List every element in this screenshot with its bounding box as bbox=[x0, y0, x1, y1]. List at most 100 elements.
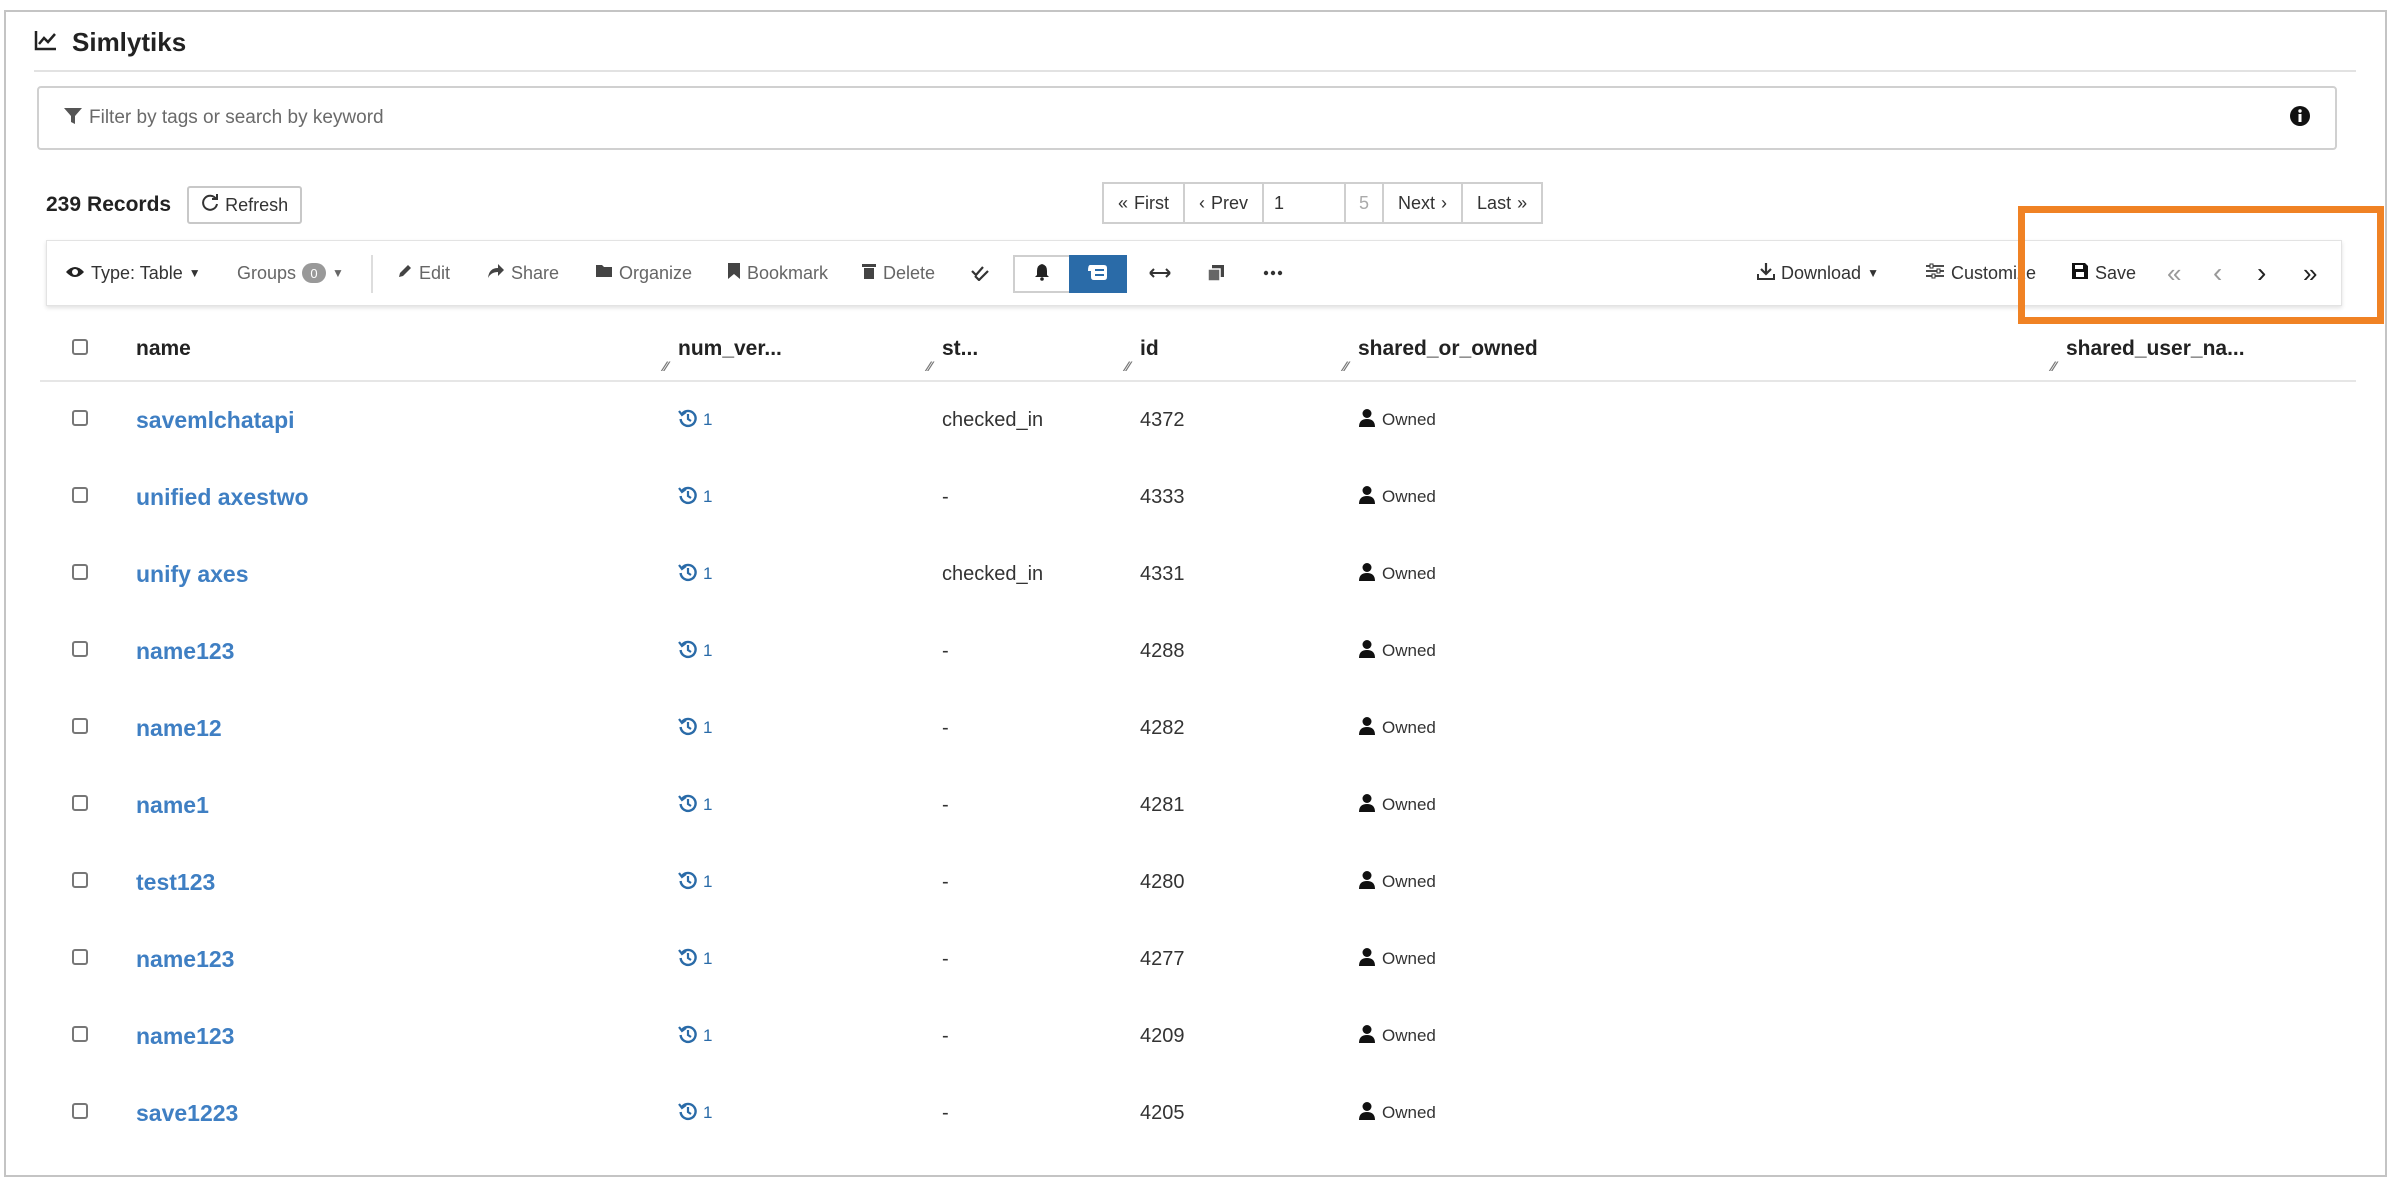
records-count: 239 bbox=[46, 193, 82, 216]
record-name-link[interactable]: unified axestwo bbox=[136, 484, 309, 510]
column-header[interactable]: name ⁄⁄ bbox=[136, 318, 678, 382]
save-label: Save bbox=[2095, 262, 2137, 283]
version-history-link[interactable]: 1 bbox=[678, 793, 712, 818]
ellipsis-icon[interactable] bbox=[1263, 241, 1283, 305]
resize-handle[interactable]: ⁄⁄ bbox=[1343, 358, 1348, 374]
version-history-link[interactable]: 1 bbox=[678, 1101, 712, 1126]
groups-dropdown[interactable]: Groups 0 ▼ bbox=[237, 241, 344, 305]
column-header[interactable]: num_ver... ⁄⁄ bbox=[678, 318, 942, 382]
scroll-last-button[interactable]: » bbox=[2303, 241, 2317, 305]
copy-icon[interactable] bbox=[1207, 241, 1225, 305]
table-row[interactable]: name123 1 - 4277 Owned bbox=[40, 921, 2356, 998]
edit-button[interactable]: Edit bbox=[397, 241, 450, 305]
table-row[interactable]: unify axes 1 checked_in 4331 Owned bbox=[40, 536, 2356, 613]
resize-handle[interactable]: ⁄⁄ bbox=[663, 358, 668, 374]
record-name-link[interactable]: name123 bbox=[136, 638, 234, 664]
ownership-cell: Owned bbox=[1358, 459, 2066, 536]
select-all-checkbox[interactable] bbox=[72, 339, 88, 355]
search-bar[interactable] bbox=[37, 86, 2337, 150]
filter-icon[interactable] bbox=[63, 107, 83, 130]
double-check-icon[interactable] bbox=[971, 241, 991, 305]
version-history-link[interactable]: 1 bbox=[678, 716, 712, 741]
customize-label: Customize bbox=[1951, 262, 2037, 283]
row-checkbox[interactable] bbox=[72, 564, 88, 580]
status-cell: - bbox=[942, 871, 949, 893]
refresh-button[interactable]: Refresh bbox=[187, 186, 303, 224]
scroll-next-button[interactable]: › bbox=[2257, 241, 2266, 305]
table-row[interactable]: unified axestwo 1 - 4333 Owned bbox=[40, 459, 2356, 536]
row-checkbox[interactable] bbox=[72, 949, 88, 965]
resize-handle[interactable]: ⁄⁄ bbox=[1125, 358, 1130, 374]
column-header[interactable]: shared_or_owned ⁄⁄ bbox=[1358, 318, 2066, 382]
record-name-link[interactable]: name12 bbox=[136, 715, 222, 741]
next-page-button[interactable]: Next › bbox=[1382, 182, 1464, 224]
record-name-link[interactable]: savemlchatapi bbox=[136, 407, 295, 433]
table-row[interactable]: savemlchatapi 1 checked_in 4372 Owned bbox=[40, 381, 2356, 459]
row-checkbox[interactable] bbox=[72, 410, 88, 426]
customize-button[interactable]: Customize bbox=[1925, 241, 2036, 305]
column-header[interactable]: st... ⁄⁄ bbox=[942, 318, 1140, 382]
version-history-link[interactable]: 1 bbox=[678, 870, 712, 895]
info-icon[interactable] bbox=[2289, 105, 2311, 132]
row-checkbox[interactable] bbox=[72, 487, 88, 503]
bookmark-button[interactable]: Bookmark bbox=[727, 241, 828, 305]
record-name-link[interactable]: name1 bbox=[136, 792, 209, 818]
table-row[interactable]: name123 1 - 4288 Owned bbox=[40, 613, 2356, 690]
version-history-link[interactable]: 1 bbox=[678, 408, 712, 433]
delete-button[interactable]: Delete bbox=[861, 241, 935, 305]
page-number-input[interactable]: 1 bbox=[1262, 182, 1347, 224]
row-checkbox[interactable] bbox=[72, 872, 88, 888]
version-history-link[interactable]: 1 bbox=[678, 947, 712, 972]
record-name-link[interactable]: save1223 bbox=[136, 1100, 238, 1126]
record-name-link[interactable]: unify axes bbox=[136, 561, 249, 587]
arrows-horizontal-icon[interactable] bbox=[1149, 241, 1171, 305]
id-cell: 4209 bbox=[1140, 1025, 1185, 1047]
prev-page-button[interactable]: ‹ Prev bbox=[1183, 182, 1265, 224]
caret-down-icon: ▼ bbox=[188, 266, 201, 280]
version-history-link[interactable]: 1 bbox=[678, 485, 712, 510]
table-row[interactable]: name12 1 - 4282 Owned bbox=[40, 690, 2356, 767]
column-header-label: num_ver... bbox=[678, 337, 782, 360]
row-checkbox[interactable] bbox=[72, 1103, 88, 1119]
scroll-first-button[interactable]: « bbox=[2167, 241, 2181, 305]
user-icon bbox=[1358, 1024, 1376, 1049]
scroll-prev-button[interactable]: ‹ bbox=[2213, 241, 2222, 305]
record-name-link[interactable]: name123 bbox=[136, 1023, 234, 1049]
row-checkbox[interactable] bbox=[72, 795, 88, 811]
download-dropdown[interactable]: Download ▼ bbox=[1757, 241, 1879, 305]
shared-user-cell bbox=[2066, 381, 2356, 459]
row-checkbox[interactable] bbox=[72, 718, 88, 734]
table-row[interactable]: test123 1 - 4280 Owned bbox=[40, 844, 2356, 921]
records-summary: 239 Records Refresh bbox=[46, 186, 303, 224]
organize-button[interactable]: Organize bbox=[595, 241, 692, 305]
ownership-cell: Owned bbox=[1358, 844, 2066, 921]
shared-user-cell bbox=[2066, 613, 2356, 690]
last-page-button[interactable]: Last» bbox=[1461, 182, 1544, 224]
type-dropdown[interactable]: Type: Table ▼ bbox=[65, 241, 201, 305]
first-page-button[interactable]: «First bbox=[1102, 182, 1186, 224]
version-history-link[interactable]: 1 bbox=[678, 1024, 712, 1049]
save-button[interactable]: Save bbox=[2071, 241, 2136, 305]
column-header[interactable]: id ⁄⁄ bbox=[1140, 318, 1358, 382]
table-row[interactable]: name123 1 - 4209 Owned bbox=[40, 998, 2356, 1075]
row-checkbox[interactable] bbox=[72, 641, 88, 657]
record-name-link[interactable]: name123 bbox=[136, 946, 234, 972]
table-row[interactable]: name1 1 - 4281 Owned bbox=[40, 767, 2356, 844]
version-history-link[interactable]: 1 bbox=[678, 562, 712, 587]
record-name-link[interactable]: test123 bbox=[136, 869, 215, 895]
bell-toggle[interactable] bbox=[1013, 255, 1071, 293]
search-input[interactable] bbox=[87, 97, 2289, 139]
column-header[interactable]: shared_user_na... bbox=[2066, 318, 2356, 382]
id-cell: 4282 bbox=[1140, 717, 1185, 739]
caret-down-icon: ▼ bbox=[332, 266, 344, 280]
table-row[interactable]: save1223 1 - 4205 Owned bbox=[40, 1075, 2356, 1152]
row-select-cell bbox=[40, 459, 136, 536]
resize-handle[interactable]: ⁄⁄ bbox=[927, 358, 932, 374]
share-button[interactable]: Share bbox=[487, 241, 559, 305]
page-total: 5 bbox=[1344, 182, 1385, 224]
resize-handle[interactable]: ⁄⁄ bbox=[2051, 358, 2056, 374]
scroll-toggle[interactable] bbox=[1069, 255, 1127, 293]
version-history-link[interactable]: 1 bbox=[678, 639, 712, 664]
name-cell: savemlchatapi bbox=[136, 381, 678, 459]
row-checkbox[interactable] bbox=[72, 1026, 88, 1042]
